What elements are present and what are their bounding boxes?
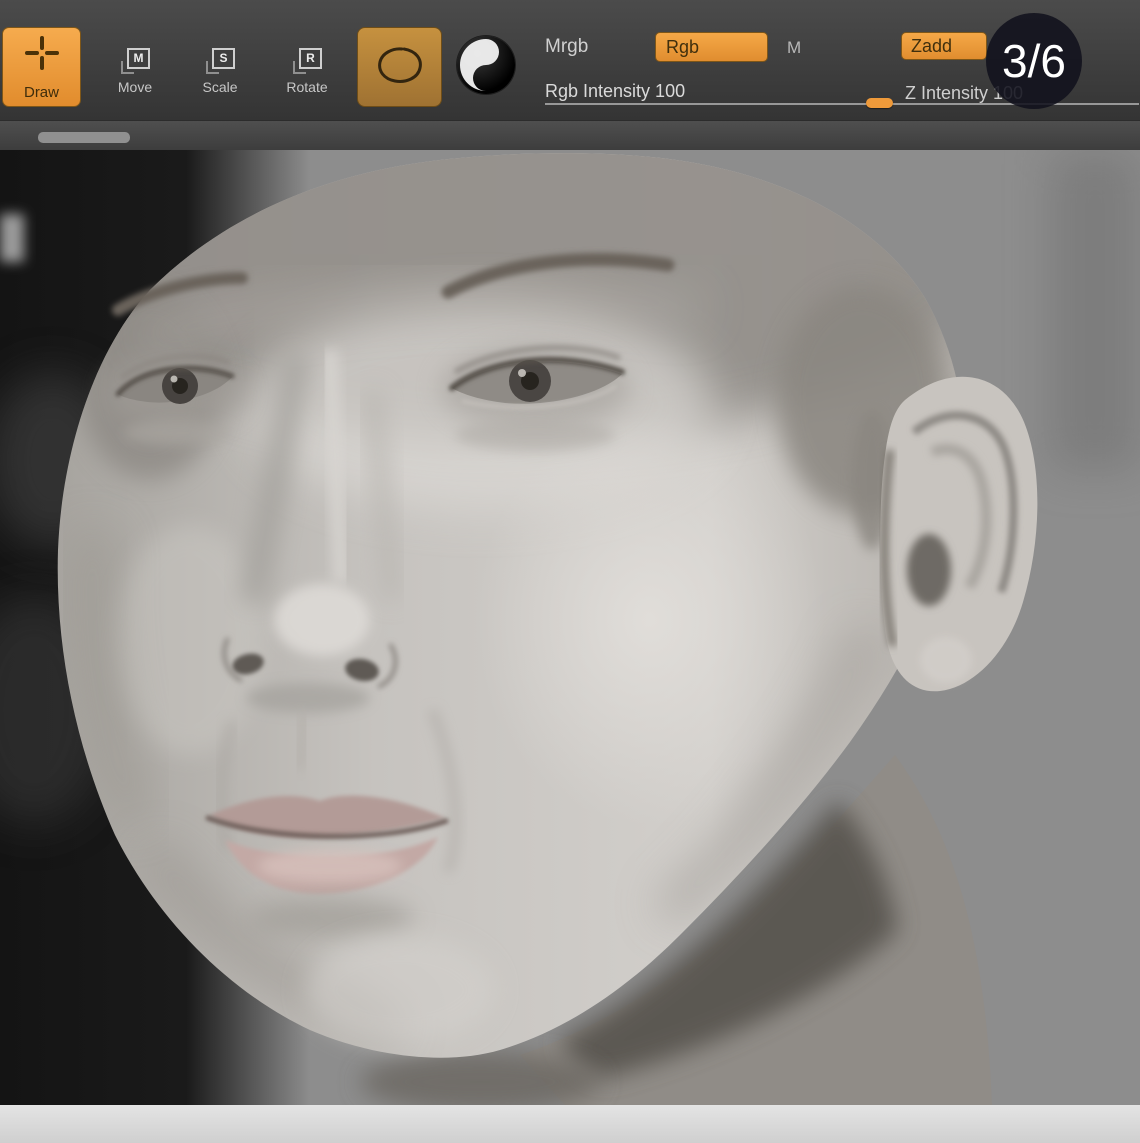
scale-tool-button[interactable]: S Scale xyxy=(183,48,257,95)
rotate-tool-button[interactable]: R Rotate xyxy=(270,48,344,95)
rotate-icon: R xyxy=(292,48,322,74)
rotate-icon-badge: R xyxy=(299,48,322,69)
move-tool-label: Move xyxy=(117,79,153,95)
scale-tool-label: Scale xyxy=(202,79,238,95)
sculpt-viewport[interactable] xyxy=(0,150,1140,1105)
mini-slider-handle[interactable] xyxy=(38,132,130,143)
rgb-intensity-slider-label: Rgb Intensity 100 xyxy=(545,81,686,101)
scale-icon: S xyxy=(205,48,235,74)
stroke-picker-button[interactable] xyxy=(357,27,442,107)
alpha-picker-button[interactable] xyxy=(457,36,515,94)
move-icon: M xyxy=(120,48,150,74)
rgb-intensity-slider-handle[interactable] xyxy=(866,98,893,108)
head-model-render xyxy=(0,150,1140,1105)
draw-tool-label: Draw xyxy=(23,84,59,101)
rotate-tool-label: Rotate xyxy=(286,79,328,95)
zbrush-window: Draw M Move S Scale R Rotate Mrgb Rgb M … xyxy=(0,0,1140,1143)
move-tool-button[interactable]: M Move xyxy=(98,48,172,95)
m-button[interactable]: M xyxy=(787,38,801,58)
top-toolbar: Draw M Move S Scale R Rotate Mrgb Rgb M … xyxy=(0,0,1140,120)
stroke-lasso-icon xyxy=(374,43,426,92)
move-icon-badge: M xyxy=(127,48,150,69)
scale-icon-badge: S xyxy=(212,48,235,69)
rgb-button[interactable]: Rgb xyxy=(655,32,768,62)
draw-tool-button[interactable]: Draw xyxy=(2,27,81,107)
zadd-button[interactable]: Zadd xyxy=(901,32,987,60)
secondary-toolbar xyxy=(0,120,1140,150)
carousel-page-indicator: 3/6 xyxy=(986,13,1082,109)
alpha-sphere-icon xyxy=(457,39,515,98)
bottom-strip xyxy=(0,1105,1140,1143)
draw-crosshair-icon xyxy=(24,36,59,75)
mrgb-button[interactable]: Mrgb xyxy=(545,36,588,58)
